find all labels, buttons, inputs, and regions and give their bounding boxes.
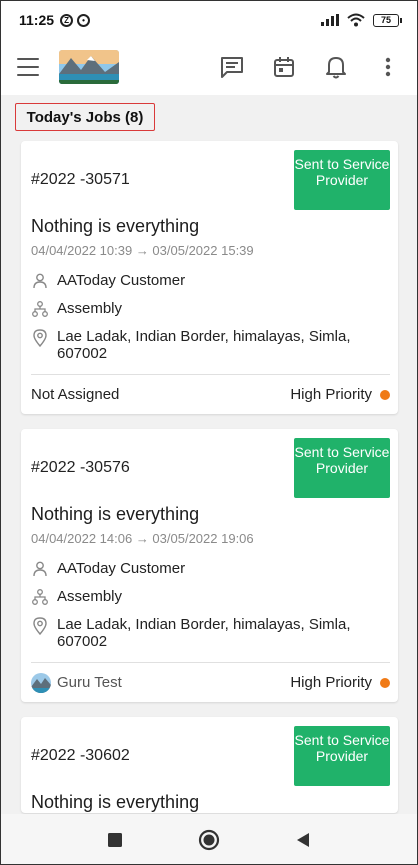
category-row: Assembly xyxy=(31,588,390,605)
job-title: Nothing is everything xyxy=(31,792,200,812)
hierarchy-icon xyxy=(31,588,49,605)
status-bar: 11:25 Z • 75 xyxy=(1,1,417,39)
priority: High Priority xyxy=(290,674,390,691)
app-actions xyxy=(219,54,401,80)
card-footer: Not Assigned High Priority xyxy=(31,374,390,414)
job-list: #2022 -30571 Sent to Service Provider No… xyxy=(21,141,398,828)
assignee: Guru Test xyxy=(31,672,122,693)
job-address: Lae Ladak, Indian Border, himalayas, Sim… xyxy=(57,328,351,362)
card-header: #2022 -30576 Sent to Service Provider xyxy=(31,438,390,498)
status-right: 75 xyxy=(321,13,402,27)
customer-row: AAToday Customer xyxy=(31,272,390,289)
priority-dot-icon xyxy=(380,677,390,688)
app-screen: 11:25 Z • 75 Today's Jobs (8) #2022 -305… xyxy=(0,0,418,865)
customer-name: AAToday Customer xyxy=(57,560,186,577)
signal-icon xyxy=(321,14,339,26)
assignee-name: Guru Test xyxy=(57,674,122,691)
job-title: Nothing is everything xyxy=(31,216,200,236)
job-number: #2022 -30576 xyxy=(31,459,130,476)
app-bar xyxy=(1,39,417,95)
person-icon xyxy=(31,560,49,577)
card-footer: Guru Test High Priority xyxy=(31,662,390,702)
menu-icon[interactable] xyxy=(17,58,39,76)
job-status-button[interactable]: Sent to Service Provider xyxy=(294,726,390,786)
priority-dot-icon xyxy=(380,389,390,400)
priority-label: High Priority xyxy=(290,386,372,403)
assignee-name: Not Assigned xyxy=(31,386,120,403)
wifi-icon xyxy=(347,13,365,27)
job-card[interactable]: #2022 -30571 Sent to Service Provider No… xyxy=(21,141,398,414)
job-number: #2022 -30571 xyxy=(31,171,130,188)
calendar-icon[interactable] xyxy=(271,54,297,80)
chat-icon[interactable] xyxy=(219,54,245,80)
system-nav-bar xyxy=(1,814,417,864)
priority-label: High Priority xyxy=(290,674,372,691)
job-status-button[interactable]: Sent to Service Provider xyxy=(294,150,390,210)
avatar xyxy=(31,672,51,693)
status-time: 11:25 xyxy=(19,12,55,28)
customer-name: AAToday Customer xyxy=(57,272,186,289)
job-category: Assembly xyxy=(57,300,123,317)
location-pin-icon xyxy=(31,616,49,635)
job-category: Assembly xyxy=(57,588,123,605)
customer-row: AAToday Customer xyxy=(31,560,390,577)
app-logo xyxy=(59,50,119,84)
category-row: Assembly xyxy=(31,300,390,317)
back-icon[interactable] xyxy=(291,828,315,852)
assignee: Not Assigned xyxy=(31,386,119,403)
job-card[interactable]: #2022 -30602 Sent to Service Provider No… xyxy=(21,717,398,813)
recents-icon[interactable] xyxy=(103,828,127,852)
more-vert-icon[interactable] xyxy=(375,54,401,80)
address-row: Lae Ladak, Indian Border, himalayas, Sim… xyxy=(31,616,390,650)
battery-icon: 75 xyxy=(373,13,402,27)
address-row: Lae Ladak, Indian Border, himalayas, Sim… xyxy=(31,328,390,362)
notification-icon: • xyxy=(77,13,91,27)
section-title: Today's Jobs (8) xyxy=(15,103,155,131)
card-header: #2022 -30602 Sent to Service Provider xyxy=(31,726,390,786)
priority: High Priority xyxy=(290,386,390,403)
job-title: Nothing is everything xyxy=(31,504,200,524)
job-number: #2022 -30602 xyxy=(31,747,130,764)
hierarchy-icon xyxy=(31,300,49,317)
home-icon[interactable] xyxy=(197,828,221,852)
job-status-button[interactable]: Sent to Service Provider xyxy=(294,438,390,498)
dnd-icon: Z xyxy=(60,13,74,27)
location-pin-icon xyxy=(31,328,49,347)
person-icon xyxy=(31,272,49,289)
job-dates: 04/04/2022 14:06 → 03/05/2022 19:06 xyxy=(31,531,254,546)
bell-icon[interactable] xyxy=(323,54,349,80)
job-dates: 04/04/2022 10:39 → 03/05/2022 15:39 xyxy=(31,243,254,258)
job-address: Lae Ladak, Indian Border, himalayas, Sim… xyxy=(57,616,351,650)
job-card[interactable]: #2022 -30576 Sent to Service Provider No… xyxy=(21,429,398,702)
card-header: #2022 -30571 Sent to Service Provider xyxy=(31,150,390,210)
